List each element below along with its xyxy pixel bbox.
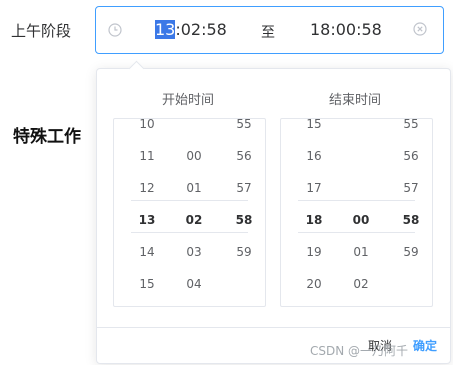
time-option[interactable]: 02 [177,204,211,236]
time-option [344,119,378,140]
time-option [177,119,211,140]
time-option[interactable]: 13 [130,204,164,236]
time-option[interactable]: 17 [297,172,331,204]
circle-close-icon[interactable] [413,22,427,36]
time-range-input[interactable]: 13:02:58 至 18:00:58 [95,6,444,54]
time-option[interactable]: 18 [297,204,331,236]
time-option[interactable]: 16 [297,140,331,172]
end-time-spinner[interactable]: 15 16 17 18 19 20 00 01 02 55 56 57 58 59 [280,118,433,307]
time-option[interactable]: 59 [227,236,261,268]
start-time-spinner[interactable]: 10 11 12 13 14 15 00 01 02 03 04 55 56 57 58 59 [113,118,266,307]
field-label: 上午阶段 [11,22,72,40]
time-option [344,172,378,204]
time-option [344,140,378,172]
time-option[interactable]: 19 [297,236,331,268]
time-option[interactable]: 58 [394,204,428,236]
time-option[interactable]: 20 [297,268,331,300]
time-option[interactable]: 11 [130,140,164,172]
watermark: CSDN @一乃阿千 [310,344,409,358]
time-range-picker-panel: 开始时间 结束时间 10 11 12 13 14 15 00 01 02 03 04 55 56 57… [96,60,451,364]
time-option[interactable]: 15 [297,119,331,140]
time-option[interactable]: 58 [227,204,261,236]
time-option[interactable]: 01 [344,236,378,268]
time-option[interactable]: 59 [394,236,428,268]
footer-divider [97,327,450,328]
confirm-button[interactable]: 确定 [413,337,437,354]
end-time-title: 结束时间 [329,93,382,108]
time-option [394,268,428,300]
time-option[interactable]: 55 [227,119,261,140]
section-label: 特殊工作 [13,127,81,147]
time-option[interactable]: 10 [130,119,164,140]
time-option[interactable]: 02 [344,268,378,300]
time-option[interactable]: 57 [227,172,261,204]
time-option[interactable]: 56 [394,140,428,172]
time-option[interactable]: 56 [227,140,261,172]
time-option[interactable]: 15 [130,268,164,300]
range-separator: 至 [261,25,275,41]
time-option[interactable]: 57 [394,172,428,204]
time-range-form: 上午阶段 特殊工作 : 13:02:58 至 18:00:58 开始时间 结束时… [0,0,453,365]
panel-arrow [128,60,145,77]
start-time-rest: :02:58 [175,20,227,39]
time-option[interactable]: 00 [177,140,211,172]
time-option[interactable]: 55 [394,119,428,140]
time-option[interactable]: 12 [130,172,164,204]
time-option[interactable]: 01 [177,172,211,204]
time-option[interactable]: 14 [130,236,164,268]
start-time-title: 开始时间 [162,93,215,108]
time-option [227,268,261,300]
clock-icon [108,23,122,37]
time-option[interactable]: 03 [177,236,211,268]
time-option[interactable]: 00 [344,204,378,236]
time-option[interactable]: 04 [177,268,211,300]
start-hour-selection: 13 [155,20,176,39]
end-time-input[interactable]: 18:00:58 [310,20,382,39]
start-time-input[interactable]: 13:02:58 [155,20,227,39]
